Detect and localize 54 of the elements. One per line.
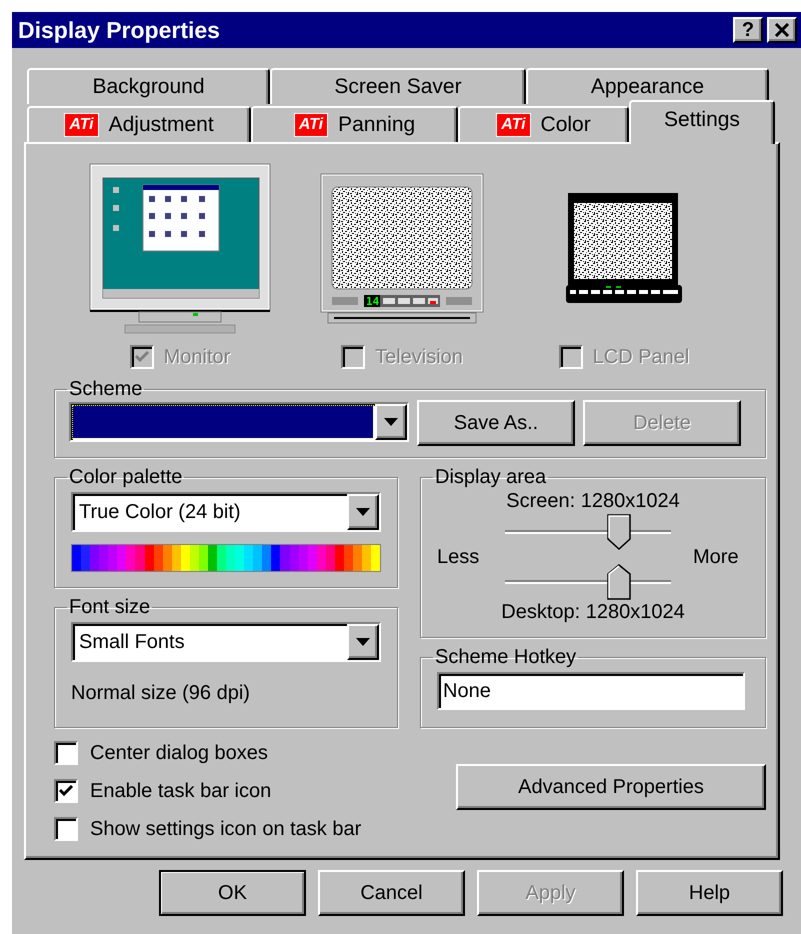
button[interactable]: Save As..: [417, 400, 575, 446]
desktop-resolution-label: Desktop: 1280x1024: [500, 600, 686, 624]
television-drawing: 14: [320, 173, 484, 325]
checkbox-label: Show settings icon on task bar: [90, 817, 362, 842]
button[interactable]: OK: [159, 870, 306, 916]
tab[interactable]: ATi Adjustment: [27, 106, 251, 142]
close-button[interactable]: [767, 17, 797, 43]
dropdown-arrow-icon: [356, 508, 370, 516]
slider-label: Less: [437, 545, 480, 570]
tab[interactable]: Background: [27, 68, 270, 104]
tab[interactable]: Screen Saver: [270, 68, 526, 104]
checkbox[interactable]: [54, 741, 78, 765]
dropdown-arrow-icon: [356, 638, 370, 646]
group-label: Color palette: [68, 466, 184, 488]
dropdown-value: True Color (24 bit): [78, 500, 242, 525]
button[interactable]: Help: [636, 870, 783, 916]
tab[interactable]: ATi Color: [458, 106, 629, 142]
screen-resolution-label: Screen: 1280x1024: [505, 489, 681, 514]
logo: ATi: [496, 113, 531, 137]
help-button[interactable]: ?: [733, 17, 763, 43]
slider-label: More: [693, 545, 739, 570]
dropdown[interactable]: True Color (24 bit): [71, 492, 381, 532]
check-icon: [59, 785, 73, 797]
checkbox-label: Center dialog boxes: [90, 741, 268, 766]
group-label: Scheme Hotkey: [434, 646, 578, 668]
dropdown-arrow-icon: [384, 418, 398, 426]
info-text: Normal size (96 dpi): [71, 681, 251, 706]
group-label: Display area: [434, 466, 548, 488]
group-label: Font size: [68, 596, 152, 618]
dropdown[interactable]: [69, 402, 409, 442]
slider-track[interactable]: [505, 514, 671, 550]
checkbox[interactable]: [54, 817, 78, 841]
dropdown[interactable]: Small Fonts: [71, 622, 381, 662]
logo: ATi: [294, 113, 328, 137]
logo: ATi: [64, 113, 99, 137]
tab[interactable]: Appearance: [526, 68, 769, 104]
tab[interactable]: ATi Panning: [251, 106, 458, 142]
checkbox-label: LCD Panel: [592, 345, 690, 370]
slider-thumb[interactable]: [607, 514, 632, 550]
tab[interactable]: Settings: [629, 100, 775, 144]
hotkey-field[interactable]: None: [437, 672, 745, 710]
dropdown-value: Small Fonts: [78, 630, 186, 655]
group-label: Scheme: [68, 378, 144, 400]
advanced-properties-button[interactable]: Advanced Properties: [456, 764, 766, 810]
checkbox[interactable]: [54, 779, 78, 803]
check-icon: [134, 351, 149, 363]
close-icon: [774, 23, 790, 37]
slider-track[interactable]: [505, 564, 671, 600]
checkbox-label: Monitor: [164, 345, 230, 370]
window-title: Display Properties: [18, 16, 221, 45]
button[interactable]: Cancel: [318, 870, 465, 916]
checkbox-label: Television: [375, 345, 463, 370]
slider-thumb[interactable]: [607, 564, 632, 600]
checkbox-label: Enable task bar icon: [90, 779, 272, 804]
